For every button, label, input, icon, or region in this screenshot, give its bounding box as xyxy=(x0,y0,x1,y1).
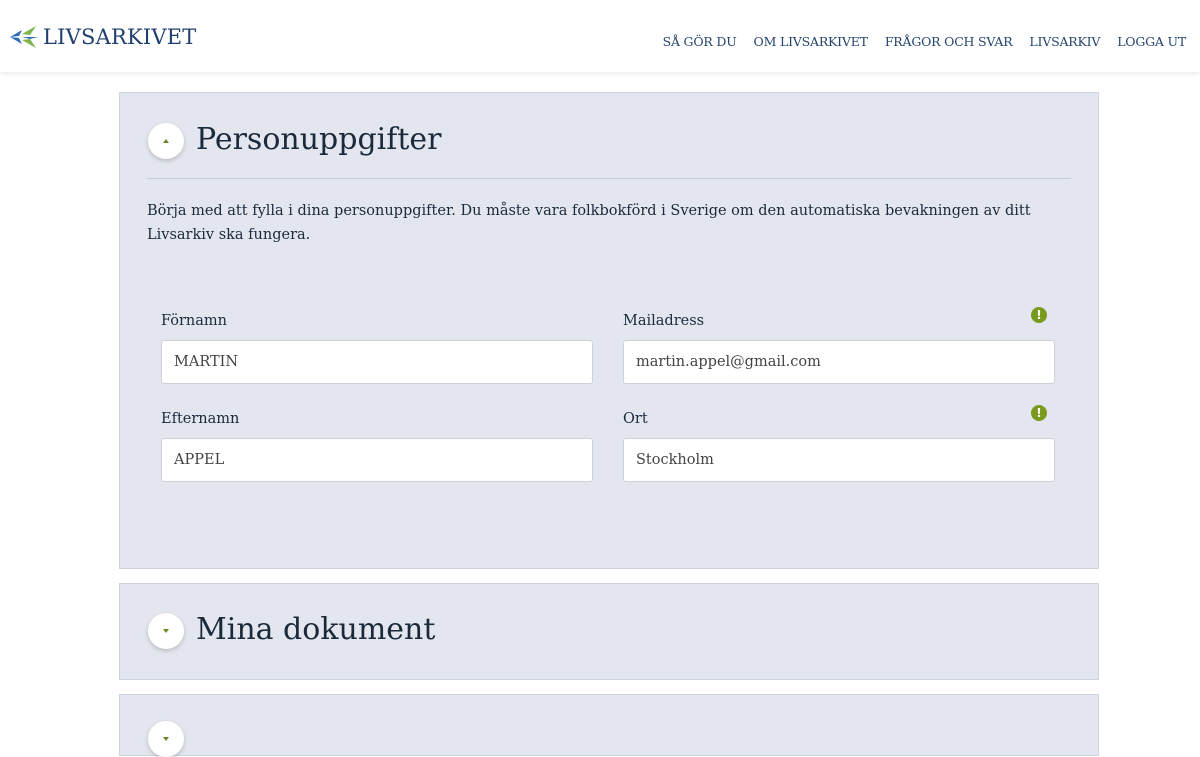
city-warning-icon[interactable]: ! xyxy=(1031,405,1047,421)
caret-down-icon xyxy=(163,737,169,741)
logo[interactable]: LIVSARKIVET xyxy=(8,24,196,50)
nav-livsarkiv[interactable]: LIVSARKIV xyxy=(1029,34,1100,49)
documents-title: Mina dokument xyxy=(196,612,436,647)
last-name-label: Efternamn xyxy=(161,411,240,427)
personal-info-intro: Börja med att fylla i dina personuppgift… xyxy=(147,203,1031,243)
caret-up-icon xyxy=(163,139,169,143)
email-warning-icon[interactable]: ! xyxy=(1031,307,1047,323)
nav-sa-gor-du[interactable]: SÅ GÖR DU xyxy=(663,34,737,49)
nav-om-livsarkivet[interactable]: OM LIVSARKIVET xyxy=(754,34,868,49)
caret-down-icon xyxy=(163,629,169,633)
expand-documents-button[interactable] xyxy=(148,613,184,649)
section-divider xyxy=(147,178,1071,179)
personal-info-panel: Personuppgifter Börja med att fylla i di… xyxy=(119,92,1099,569)
documents-panel: Mina dokument xyxy=(119,583,1099,680)
collapse-personal-button[interactable] xyxy=(148,123,184,159)
city-input[interactable] xyxy=(623,438,1055,482)
main-nav: SÅ GÖR DU OM LIVSARKIVET FRÅGOR OCH SVAR… xyxy=(646,34,1187,49)
first-name-input[interactable] xyxy=(161,340,593,384)
expand-panel-button[interactable] xyxy=(148,721,184,757)
site-header: LIVSARKIVET SÅ GÖR DU OM LIVSARKIVET FRÅ… xyxy=(0,0,1200,72)
collapsed-panel xyxy=(119,694,1099,757)
email-input[interactable] xyxy=(623,340,1055,384)
logo-bird-icon xyxy=(10,26,38,48)
nav-logga-ut[interactable]: LOGGA UT xyxy=(1117,34,1186,49)
city-label: Ort xyxy=(623,411,648,427)
personal-info-title: Personuppgifter xyxy=(196,122,442,157)
first-name-label: Förnamn xyxy=(161,313,228,329)
logo-text: LIVSARKIVET xyxy=(43,25,197,49)
nav-fragor-och-svar[interactable]: FRÅGOR OCH SVAR xyxy=(885,34,1013,49)
email-label: Mailadress xyxy=(623,313,705,329)
last-name-input[interactable] xyxy=(161,438,593,482)
